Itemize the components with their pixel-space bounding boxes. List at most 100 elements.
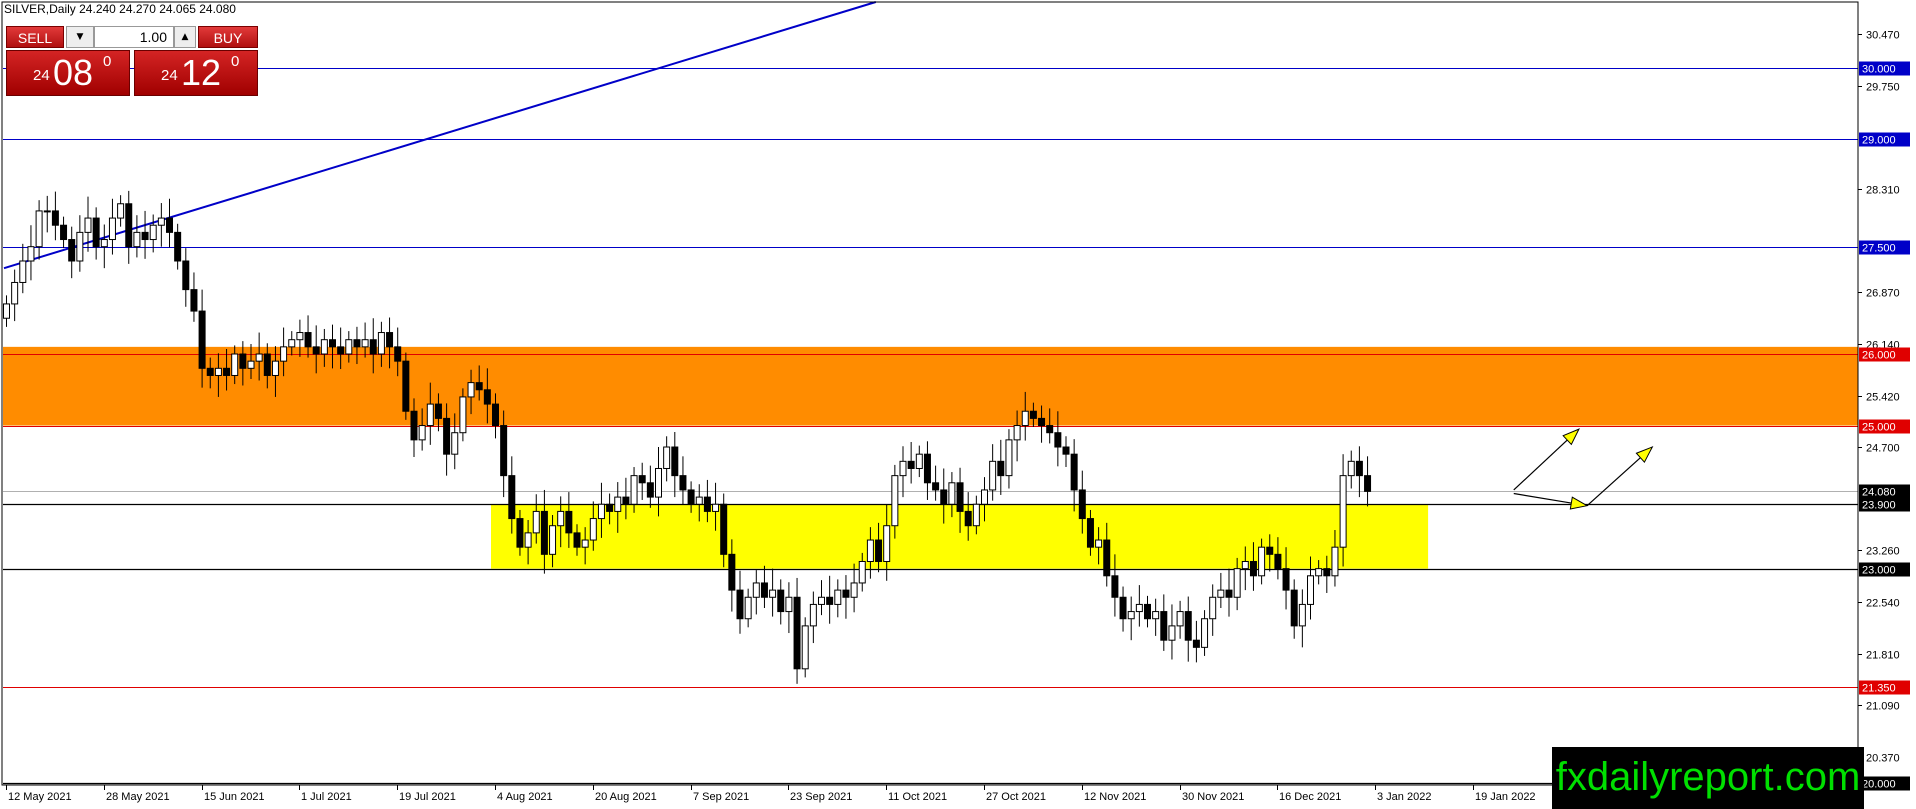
candle-body [125,203,133,248]
buy-price-prefix: 24 [161,67,178,84]
lot-size-input[interactable]: 1.00 [94,26,174,48]
sell-price-box[interactable]: 24 08 0 [6,50,130,96]
candle-body [663,446,671,469]
candle-body [402,360,410,412]
x-tick-label: 19 Jul 2021 [399,791,456,803]
x-tick-label: 4 Aug 2021 [497,791,553,803]
candle-body [752,582,760,598]
candle-body [231,353,239,376]
candle-body [394,346,402,362]
candle-body [60,224,68,241]
candle-body [614,496,622,512]
candle-body [377,332,385,355]
y-tick-label: 20.370 [1866,753,1900,765]
candle-body [141,231,149,241]
candle-body [826,596,834,605]
one-click-trade-panel: SELL ▼ 1.00 ▲ BUY 24 08 0 24 12 0 [6,26,258,96]
candle-body [304,332,312,348]
candle-body [214,367,222,376]
candle-body [997,460,1005,477]
candle-body [891,475,899,527]
candle-body [426,403,434,427]
buy-price-box[interactable]: 24 12 0 [134,50,258,96]
candle-body [646,482,654,498]
arrows-layer [1513,428,1654,510]
candle-body [418,425,426,441]
level-label-20.000: 20.000 [1862,779,1896,791]
candle-body [51,210,59,226]
candle-body [1298,603,1306,627]
candle-body [972,503,980,527]
candle-body [703,496,711,512]
candle-body [263,353,271,376]
candle-body [239,353,247,369]
candle-body [288,339,296,348]
candle-body [671,446,679,477]
candle-body [956,482,964,512]
x-tick-label: 16 Dec 2021 [1279,791,1341,803]
y-tick-label: 23.260 [1866,546,1900,558]
candle-body [353,339,361,348]
buy-price-main: 12 [181,52,222,93]
sell-price-main: 08 [53,52,94,93]
candle-body [1078,489,1086,520]
candle-body [133,231,141,248]
candle-body [19,260,27,283]
candle-body [557,510,565,527]
candle-body [630,475,638,505]
candle-body [84,217,92,233]
candle-body [1095,539,1103,548]
level-label-30.000: 30.000 [1862,64,1896,76]
candle-body [3,303,10,319]
sell-price-superscript: 0 [103,53,112,70]
lot-decrease-button[interactable]: ▼ [66,26,94,48]
candle-body [483,389,491,405]
candle-body [1184,611,1192,641]
candle-body [1119,596,1127,620]
candle-body [777,589,785,613]
candle-body [369,339,377,355]
level-label-29.000: 29.000 [1862,135,1896,147]
candle-body [1054,432,1062,448]
candle-body [280,346,288,362]
candle-body [1209,596,1217,620]
candle-body [809,603,817,627]
candle-body [223,367,231,376]
candle-body [386,332,394,348]
candle-body [769,589,777,598]
candle-body [329,339,336,348]
candle-body [92,217,100,248]
arrow-shaft-0 [1513,439,1568,491]
buy-button[interactable]: BUY [198,26,258,48]
price-level-labels: 30.000 29.000 27.500 26.000 25.000 24.08023.9… [1859,61,1910,791]
level-label-24.080: 24.080 [1862,487,1896,499]
candle-body [606,503,614,512]
candle-body [989,460,997,491]
x-tick-label: 1 Jul 2021 [301,791,352,803]
x-tick-label: 28 May 2021 [106,791,170,803]
lot-increase-button[interactable]: ▲ [174,26,196,48]
candle-body [695,496,703,505]
candle-body [842,589,850,598]
level-label-27.500: 27.500 [1862,243,1896,255]
candle-body [198,310,206,369]
candle-body [157,217,165,226]
candle-body [573,532,581,548]
candle-body [1201,618,1209,648]
candle-body [540,510,548,555]
price-chart[interactable]: 30.47029.75028.31026.87026.14025.42024.7… [0,0,1916,809]
candle-body [1364,475,1372,492]
x-tick-label: 12 Nov 2021 [1084,791,1146,803]
y-tick-label: 29.750 [1866,82,1900,94]
candle-body [760,582,768,598]
candle-body [1217,589,1225,598]
candle-body [1135,603,1143,613]
candle-body [597,503,605,520]
arrow-shaft-2 [1586,457,1641,507]
candle-body [1038,417,1046,427]
candle-body [451,432,459,455]
sell-button[interactable]: SELL [6,26,64,48]
level-label-23.900: 23.900 [1862,500,1896,512]
candle-body [981,489,988,505]
candle-body [744,596,752,620]
